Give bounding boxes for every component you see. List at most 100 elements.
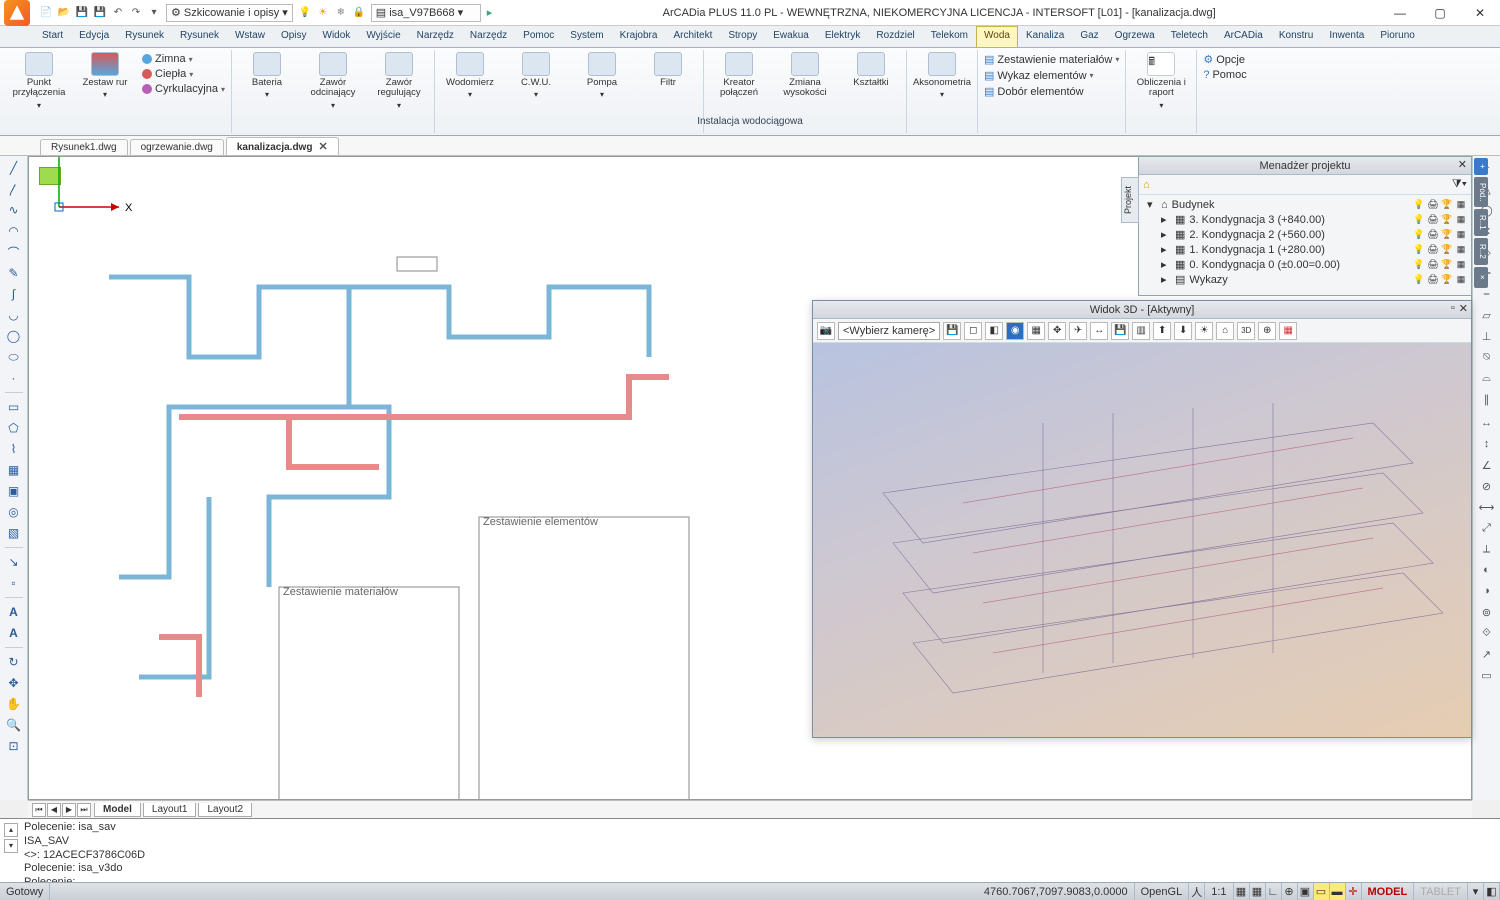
polyline-icon[interactable]: 〳 <box>5 180 23 198</box>
app-logo[interactable] <box>4 0 30 26</box>
layout-first-icon[interactable]: ⏮ <box>32 803 46 817</box>
ribbon-tab-krajobra[interactable]: Krajobra <box>612 26 666 47</box>
tree-row[interactable]: ▸▤Wykazy💡🖨🏆▦ <box>1143 272 1467 287</box>
status-ortho-icon[interactable]: ∟ <box>1266 883 1282 900</box>
pump-button[interactable]: Pompa▾ <box>571 52 633 99</box>
rect-icon[interactable]: ▭ <box>5 398 23 416</box>
ribbon-tab-teletech[interactable]: Teletech <box>1163 26 1216 47</box>
snap-perp-icon[interactable]: ⊥ <box>1478 327 1496 345</box>
v3d-grid-icon[interactable]: ▦ <box>1279 322 1297 340</box>
save-all-icon[interactable]: 💾 <box>92 5 108 21</box>
v3d-home-icon[interactable]: ⌂ <box>1216 322 1234 340</box>
doc-tab[interactable]: kanalizacja.dwg✕ <box>226 137 339 155</box>
expand-icon[interactable]: ▸ <box>1161 213 1171 226</box>
filter-button[interactable]: Filtr <box>637 52 699 88</box>
close-button[interactable]: ✕ <box>1460 0 1500 26</box>
elements-list-button[interactable]: ▤Wykaz elementów▾ <box>982 68 1121 83</box>
fly-tab-2[interactable]: R..1 <box>1474 209 1488 236</box>
row-toggle-1[interactable]: 🖨 <box>1427 214 1439 225</box>
row-toggle-3[interactable]: ▦ <box>1455 229 1467 240</box>
status-snap-icon[interactable]: ▦ <box>1234 883 1250 900</box>
row-toggle-1[interactable]: 🖨 <box>1427 259 1439 270</box>
row-toggle-0[interactable]: 💡 <box>1413 244 1425 255</box>
layout-tab-layout1[interactable]: Layout1 <box>143 803 197 817</box>
v3d-export2-icon[interactable]: ⬇ <box>1174 322 1192 340</box>
ribbon-tab-rysunek[interactable]: Rysunek <box>117 26 172 47</box>
row-toggle-1[interactable]: 🖨 <box>1427 244 1439 255</box>
block-icon[interactable]: ▫ <box>5 574 23 592</box>
v3d-sun-icon[interactable]: ☀ <box>1195 322 1213 340</box>
status-ucs-icon[interactable]: 人 <box>1189 883 1205 900</box>
row-toggle-0[interactable]: 💡 <box>1413 274 1425 285</box>
layout-tab-model[interactable]: Model <box>94 803 141 817</box>
tree-row[interactable]: ▸▦0. Kondygnacja 0 (±0.00=0.00)💡🖨🏆▦ <box>1143 257 1467 272</box>
status-otrack-icon[interactable]: ▭ <box>1314 883 1330 900</box>
pm-home-icon[interactable]: ⌂ <box>1143 179 1150 191</box>
ribbon-tab-arcadia[interactable]: ArCADia <box>1216 26 1271 47</box>
status-osnap-icon[interactable]: ▣ <box>1298 883 1314 900</box>
sun-icon[interactable]: ☀ <box>315 5 331 21</box>
ribbon-tab-kanaliza[interactable]: Kanaliza <box>1018 26 1072 47</box>
cwu-button[interactable]: C.W.U.▾ <box>505 52 567 99</box>
ribbon-tab-telekom[interactable]: Telekom <box>923 26 976 47</box>
row-toggle-3[interactable]: ▦ <box>1455 214 1467 225</box>
cmd-down-icon[interactable]: ▾ <box>4 839 18 853</box>
ribbon-tab-wstaw[interactable]: Wstaw <box>227 26 273 47</box>
ribbon-tab-widok[interactable]: Widok <box>315 26 359 47</box>
doc-tab[interactable]: Rysunek1.dwg <box>40 139 128 155</box>
status-grid-icon[interactable]: ▦ <box>1250 883 1266 900</box>
tree-row[interactable]: ▸▦1. Kondygnacja 1 (+280.00)💡🖨🏆▦ <box>1143 242 1467 257</box>
height-change-button[interactable]: Zmiana wysokości <box>774 52 836 99</box>
row-toggle-1[interactable]: 🖨 <box>1427 274 1439 285</box>
curve-icon[interactable]: ∫ <box>5 285 23 303</box>
pm-filter-icon[interactable]: ⧩▾ <box>1452 178 1467 191</box>
ribbon-tab-wyjście[interactable]: Wyjście <box>358 26 408 47</box>
dim3-icon[interactable]: ⟂ <box>1478 540 1496 558</box>
status-more2-icon[interactable]: ◧ <box>1484 883 1500 900</box>
freehand-icon[interactable]: ✎ <box>5 264 23 282</box>
status-cross-icon[interactable]: ✛ <box>1346 883 1362 900</box>
pipe-set-button[interactable]: Zestaw rur▾ <box>74 52 136 99</box>
layout-next-icon[interactable]: ▶ <box>62 803 76 817</box>
coil-icon[interactable]: ⌇ <box>5 440 23 458</box>
row-toggle-2[interactable]: 🏆 <box>1441 229 1453 240</box>
cmd-up-icon[interactable]: ▴ <box>4 823 18 837</box>
layout-tab-layout2[interactable]: Layout2 <box>198 803 252 817</box>
play-icon[interactable]: ▸ <box>481 6 499 19</box>
row-toggle-2[interactable]: 🏆 <box>1441 199 1453 210</box>
v3d-save2-icon[interactable]: 💾 <box>1111 322 1129 340</box>
v3d-brick-icon[interactable]: ▦ <box>1027 322 1045 340</box>
status-model[interactable]: MODEL <box>1362 883 1415 900</box>
row-toggle-2[interactable]: 🏆 <box>1441 274 1453 285</box>
snap-dim1-icon[interactable]: ↔ <box>1478 414 1496 432</box>
v3d-copy-icon[interactable]: ▥ <box>1132 322 1150 340</box>
tol-icon[interactable]: ▭ <box>1478 666 1496 684</box>
refresh-icon[interactable]: ↻ <box>5 653 23 671</box>
fittings-button[interactable]: Kształtki <box>840 52 902 88</box>
mtext-icon[interactable]: A <box>5 624 23 642</box>
workspace-dropdown[interactable]: ⚙ Szkicowanie i opisy ▾ <box>166 4 293 22</box>
ribbon-tab-konstru[interactable]: Konstru <box>1271 26 1321 47</box>
doc-tab[interactable]: ogrzewanie.dwg <box>130 139 224 155</box>
circle-icon[interactable]: ◯ <box>5 327 23 345</box>
view3d-canvas[interactable] <box>813 343 1471 737</box>
dim6-icon[interactable]: ⊚ <box>1478 603 1496 621</box>
v3d-3d-icon[interactable]: 3D <box>1237 322 1255 340</box>
dim5-icon[interactable]: ◑ <box>1478 582 1496 600</box>
row-toggle-1[interactable]: 🖨 <box>1427 229 1439 240</box>
ribbon-tab-ewakua[interactable]: Ewakua <box>765 26 817 47</box>
row-toggle-0[interactable]: 💡 <box>1413 214 1425 225</box>
expand-icon[interactable]: ▸ <box>1161 273 1171 286</box>
row-toggle-0[interactable]: 💡 <box>1413 259 1425 270</box>
row-toggle-0[interactable]: 💡 <box>1413 199 1425 210</box>
snap-dim2-icon[interactable]: ↕ <box>1478 435 1496 453</box>
hot-water-button[interactable]: Ciepła▾ <box>140 67 227 81</box>
project-tree[interactable]: ▾⌂Budynek💡🖨🏆▦▸▦3. Kondygnacja 3 (+840.00… <box>1139 195 1471 289</box>
camera-select[interactable]: <Wybierz kamerę> <box>838 322 940 340</box>
status-tablet[interactable]: TABLET <box>1414 883 1468 900</box>
row-toggle-3[interactable]: ▦ <box>1455 199 1467 210</box>
v3d-fly-icon[interactable]: ✈ <box>1069 322 1087 340</box>
status-more1-icon[interactable]: ▾ <box>1468 883 1484 900</box>
ribbon-tab-stropy[interactable]: Stropy <box>720 26 765 47</box>
expand-icon[interactable]: ▸ <box>1161 228 1171 241</box>
